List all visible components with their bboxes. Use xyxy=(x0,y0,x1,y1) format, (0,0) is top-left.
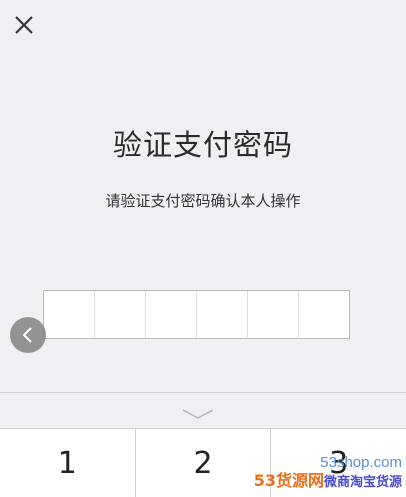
pin-cell xyxy=(248,291,299,338)
pin-cell xyxy=(95,291,146,338)
page-subtitle: 请验证支付密码确认本人操作 xyxy=(105,192,301,210)
pin-cell xyxy=(299,291,349,338)
back-button[interactable] xyxy=(10,317,46,353)
key-1[interactable]: 1 xyxy=(0,429,136,497)
close-icon[interactable] xyxy=(13,14,35,36)
key-3[interactable]: 3 xyxy=(271,429,406,497)
keyboard-divider xyxy=(0,392,406,393)
chevron-left-icon xyxy=(22,327,32,343)
chevron-down-icon[interactable] xyxy=(181,405,215,419)
key-2[interactable]: 2 xyxy=(136,429,272,497)
pin-cell xyxy=(146,291,197,338)
page-title: 验证支付密码 xyxy=(112,128,293,162)
pin-cell xyxy=(197,291,248,338)
pin-input[interactable] xyxy=(43,290,350,339)
number-keyboard: 1 2 3 xyxy=(0,428,406,497)
pin-cell xyxy=(44,291,95,338)
